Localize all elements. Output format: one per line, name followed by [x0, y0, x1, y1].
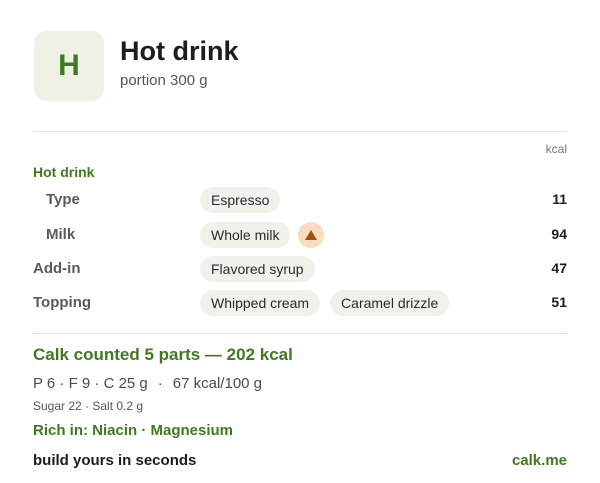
drink-logo: H: [34, 31, 104, 101]
row-kcal: 94: [551, 226, 567, 242]
site-link[interactable]: calk.me: [512, 452, 567, 469]
rich-in-line: Rich in: Niacin · Magnesium: [33, 422, 234, 439]
ingredient-row-topping: Topping Whipped cream Caramel drizzle 51: [33, 290, 567, 316]
macros-values: P 6 · F 9 · C 25 g: [33, 375, 148, 392]
row-label: Milk: [46, 226, 76, 243]
chip-group: Whole milk: [200, 222, 325, 248]
summary-divider: [33, 333, 567, 334]
ingredient-chip[interactable]: Whole milk: [200, 222, 291, 248]
ingredient-chip[interactable]: Whipped cream: [200, 290, 321, 316]
section-label: Hot drink: [33, 164, 95, 180]
chip-group: Espresso: [200, 187, 281, 213]
header-divider: [33, 131, 567, 132]
footer-tagline: build yours in seconds: [33, 452, 197, 469]
ingredient-chip[interactable]: Caramel drizzle: [330, 290, 450, 316]
macros-line: P 6 · F 9 · C 25 g · 67 kcal/100 g: [33, 375, 262, 392]
row-kcal: 47: [551, 260, 567, 276]
summary-headline: Calk counted 5 parts — 202 kcal: [33, 345, 293, 364]
page-title: Hot drink: [120, 36, 239, 66]
warning-triangle-icon[interactable]: [298, 222, 325, 248]
row-kcal: 11: [552, 191, 567, 207]
portion-size: portion 300 g: [120, 72, 208, 89]
ingredient-row-type: Type Espresso 11: [33, 187, 567, 213]
ingredient-row-add-in: Add-in Flavored syrup 47: [33, 256, 567, 282]
sugar-salt-line: Sugar 22 · Salt 0.2 g: [33, 399, 144, 413]
ingredient-chip[interactable]: Flavored syrup: [200, 256, 315, 282]
nutrition-card: H Hot drink portion 300 g kcal Hot drink…: [33, 0, 567, 483]
logo-letter: H: [58, 49, 80, 82]
row-label: Type: [46, 191, 80, 208]
kcal-column-header: kcal: [545, 142, 567, 156]
row-label: Add-in: [33, 260, 81, 277]
ingredient-chip[interactable]: Espresso: [200, 187, 281, 213]
row-label: Topping: [33, 294, 92, 311]
row-kcal: 51: [551, 294, 567, 310]
macros-separator: ·: [157, 375, 163, 392]
chip-group: Whipped cream Caramel drizzle: [200, 290, 450, 316]
chip-group: Flavored syrup: [200, 256, 315, 282]
kcal-per-100g: 67 kcal/100 g: [172, 375, 263, 392]
ingredient-row-milk: Milk Whole milk 94: [33, 222, 567, 248]
